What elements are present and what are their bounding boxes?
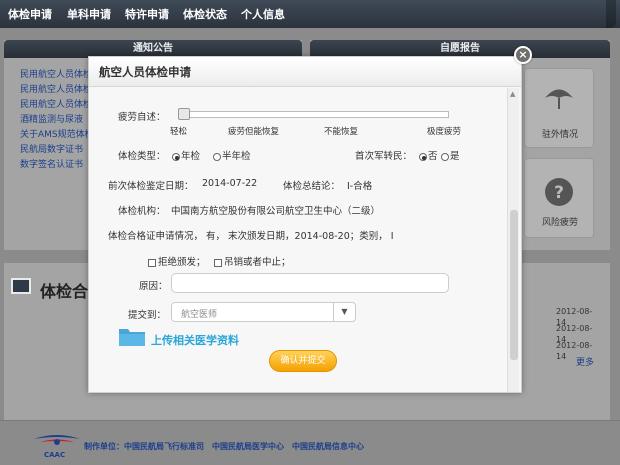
notice-item[interactable]: 民用航空人员体检 — [20, 68, 95, 83]
refuse-issue-checkbox[interactable]: 拒绝颁发； — [148, 254, 206, 268]
annual-check-radio[interactable]: 年检 — [172, 148, 200, 162]
prev-date-value: 2014-07-22 — [202, 178, 258, 189]
more-link[interactable]: 更多 — [576, 355, 594, 368]
fatigue-tick-label: 不能恢复 — [324, 127, 359, 137]
notice-item[interactable]: 民用航空人员体检 — [20, 83, 95, 98]
fatigue-tick-label: 疲劳但能恢复 — [228, 127, 280, 137]
date-item: 2012-08-14 — [556, 324, 593, 344]
reason-label: 原因： — [139, 281, 168, 292]
exam-apply-dialog: 航空人员体检申请 疲劳自述： 轻松 疲劳但能恢复 不能恢复 极度疲劳 体检类型：… — [88, 56, 522, 393]
footer: CAAC 制作单位：中国民航局飞行标准司 中国民航局医学中心 中国民航局信息中心 — [0, 420, 620, 465]
nav-exam-status[interactable]: 体检状态 — [183, 6, 227, 22]
close-icon[interactable]: × — [514, 46, 532, 64]
nav-personal-info[interactable]: 个人信息 — [241, 6, 285, 22]
org-label: 体检机构： — [118, 206, 166, 217]
notice-item[interactable]: 民航局数字证书 — [20, 143, 95, 158]
conclusion-label: 体检总结论： — [283, 181, 341, 192]
dropdown-arrow-icon[interactable]: ▼ — [333, 303, 355, 321]
halfyear-check-radio[interactable]: 半年检 — [213, 148, 251, 162]
nav-exam-apply[interactable]: 体检申请 — [8, 6, 52, 22]
military-transfer-label: 首次军转民： — [355, 151, 413, 162]
radio-empty-icon — [441, 152, 449, 161]
fatigue-tick-label: 轻松 — [170, 127, 188, 137]
notice-item[interactable]: 酒精监测与尿液 — [20, 113, 95, 128]
scrollbar-thumb[interactable] — [510, 210, 518, 360]
fatigue-slider-handle[interactable] — [178, 108, 190, 120]
prev-date-label: 前次体检鉴定日期： — [108, 181, 194, 192]
notice-item[interactable]: 关于AMS规范体检 — [20, 128, 95, 143]
submit-to-value: 航空医师 — [181, 310, 218, 320]
umbrella-icon — [545, 89, 573, 109]
caac-logo — [34, 435, 80, 445]
dialog-title: 航空人员体检申请 — [89, 57, 521, 87]
nav-end-cap — [606, 0, 616, 28]
radio-empty-icon — [213, 152, 221, 161]
fatigue-slider-track[interactable] — [181, 111, 449, 118]
overseas-label: 驻外情况 — [541, 130, 578, 140]
overseas-card[interactable]: 驻外情况 — [524, 68, 594, 148]
scroll-up-icon[interactable]: ▲ — [510, 90, 515, 98]
submit-to-select[interactable]: 航空医师 ▼ — [171, 302, 356, 322]
military-yes-radio[interactable]: 是 — [441, 148, 460, 162]
list-icon — [11, 278, 31, 294]
military-no-radio[interactable]: 否 — [419, 148, 438, 162]
nav-single-apply[interactable]: 单科申请 — [67, 6, 111, 22]
conclusion-value: Ⅰ-合格 — [347, 181, 373, 192]
footer-maker-text: 制作单位：中国民航局飞行标准司 中国民航局医学中心 中国民航局信息中心 — [84, 442, 364, 451]
revoke-checkbox[interactable]: 吊销或者中止； — [214, 254, 291, 268]
checkbox-icon — [214, 258, 222, 267]
radio-selected-icon — [172, 152, 180, 161]
caac-logo-text: CAAC — [44, 451, 66, 459]
notice-item[interactable]: 数字签名认证书 — [20, 158, 95, 173]
checkbox-icon — [148, 258, 156, 267]
dialog-scrollbar[interactable]: ▲ — [507, 88, 519, 392]
dialog-body: 疲劳自述： 轻松 疲劳但能恢复 不能恢复 极度疲劳 体检类型： 年检 半年检 首… — [89, 88, 521, 392]
submit-to-label: 提交到： — [128, 310, 167, 321]
cert-status-line: 体检合格证申请情况， 有， 末次颁发日期，2014-08-20；类别， Ⅰ — [108, 231, 394, 242]
question-icon: ? — [545, 178, 573, 206]
confirm-submit-button[interactable]: 确认并提交 — [269, 350, 337, 372]
exam-section-title: 体检合 — [40, 282, 89, 301]
upload-medical-docs-link[interactable]: 上传相关医学资料 — [151, 332, 239, 348]
date-item: 2012-08-14 — [556, 307, 593, 327]
svg-text:?: ? — [554, 183, 564, 203]
notice-item[interactable]: 民用航空人员体检 — [20, 98, 95, 113]
reason-input[interactable] — [171, 273, 449, 293]
radio-selected-icon — [419, 152, 427, 161]
folder-icon[interactable] — [118, 325, 146, 347]
fatigue-risk-card[interactable]: ? 风险疲劳 — [524, 158, 594, 238]
org-value: 中国南方航空股份有限公司航空卫生中心（二级） — [171, 206, 381, 217]
check-type-label: 体检类型： — [118, 151, 166, 162]
fatigue-risk-label: 风险疲劳 — [541, 218, 578, 228]
date-list: 2012-08-14 2012-08-14 2012-08-14 — [556, 306, 602, 361]
notice-list: 民用航空人员体检 民用航空人员体检 民用航空人员体检 酒精监测与尿液 关于AMS… — [20, 68, 95, 173]
fatigue-tick-label: 极度疲劳 — [427, 127, 462, 137]
top-nav: 体检申请 单科申请 特许申请 体检状态 个人信息 — [0, 0, 620, 28]
fatigue-label: 疲劳自述： — [118, 112, 166, 123]
nav-special-apply[interactable]: 特许申请 — [125, 6, 169, 22]
